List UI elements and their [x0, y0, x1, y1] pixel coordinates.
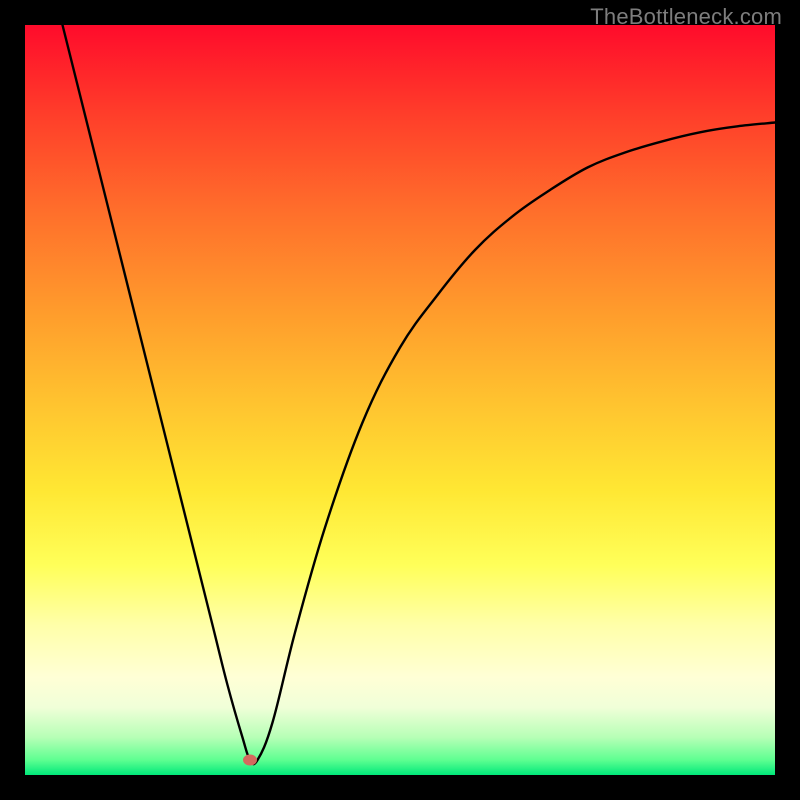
- curve-layer: [25, 25, 775, 775]
- chart-container: TheBottleneck.com: [0, 0, 800, 800]
- watermark-text: TheBottleneck.com: [590, 4, 782, 30]
- bottleneck-curve: [63, 25, 776, 764]
- plot-area: [25, 25, 775, 775]
- minimum-marker: [243, 755, 257, 766]
